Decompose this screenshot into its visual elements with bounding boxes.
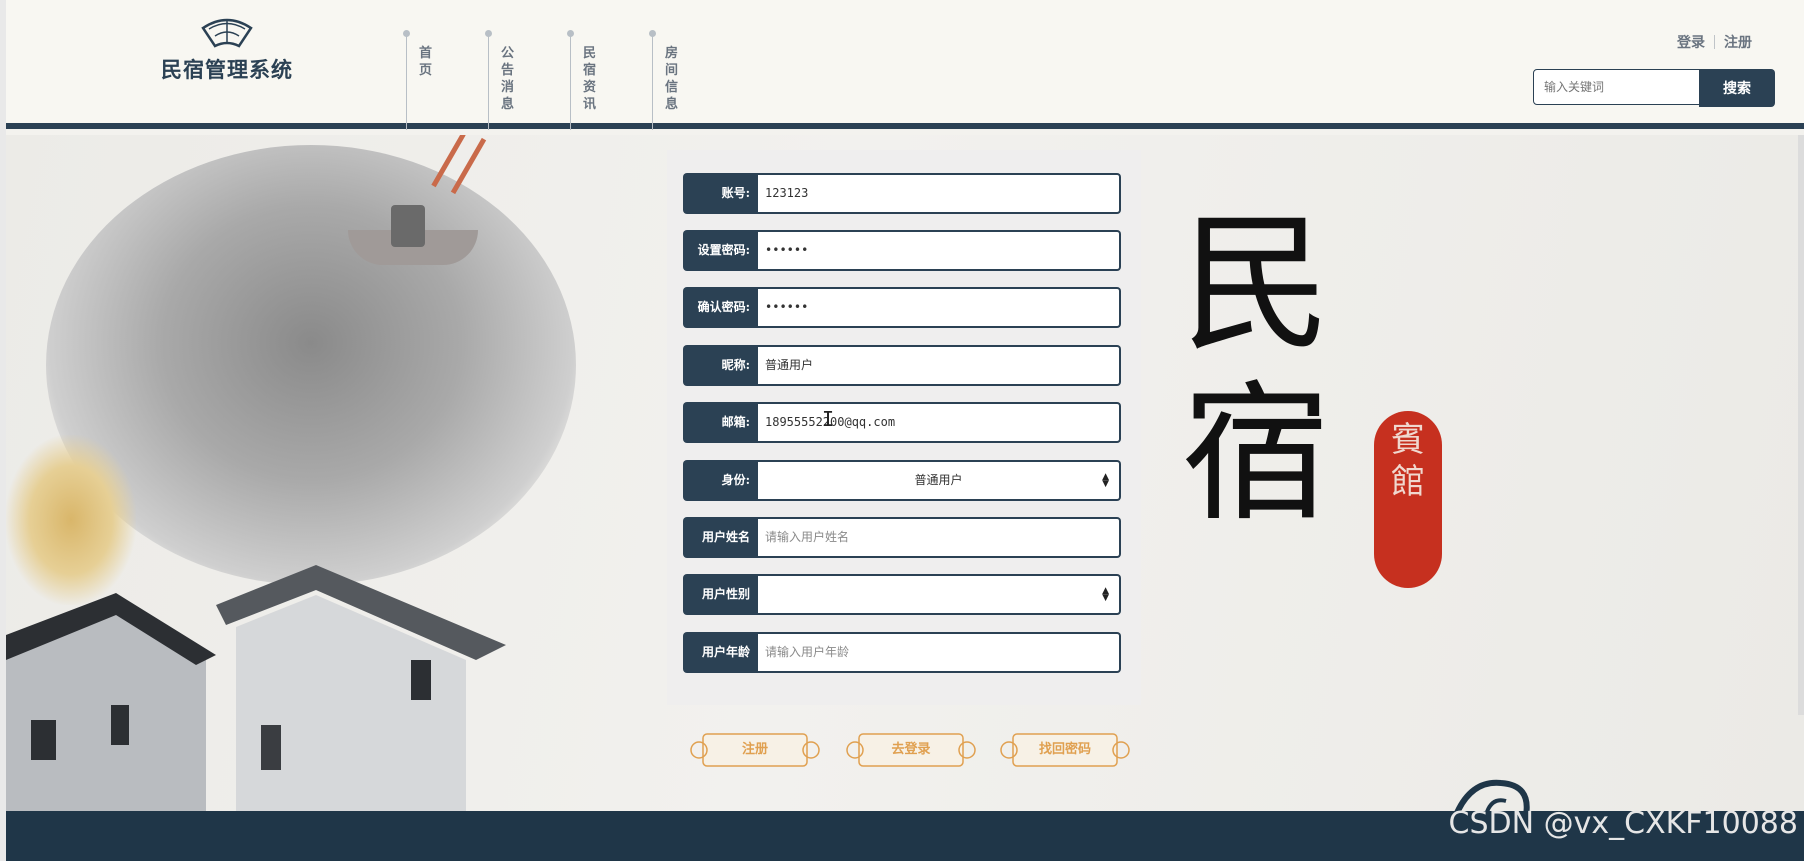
search-input[interactable] — [1533, 69, 1703, 105]
nav-label: 公告消息 — [501, 46, 515, 112]
password-input[interactable]: •••••• — [758, 230, 1121, 271]
site-title: 民宿管理系统 — [161, 57, 293, 82]
site-logo[interactable]: 民宿管理系统 — [154, 18, 300, 84]
register-form: 账号: 123123 设置密码: •••••• 确认密码: •••••• 昵称:… — [667, 150, 1141, 705]
email-label: 邮箱: — [683, 402, 758, 443]
go-login-button[interactable]: 去登录 — [845, 728, 977, 772]
nav-line — [406, 36, 407, 130]
age-label: 用户年龄 — [683, 632, 758, 673]
hotpot-chimney — [391, 205, 425, 247]
nickname-label: 昵称: — [683, 345, 758, 386]
nav-label: 首页 — [419, 46, 433, 78]
confirm-password-input[interactable]: •••••• — [758, 287, 1121, 328]
nav-line — [570, 36, 571, 130]
account-row: 账号: 123123 — [683, 173, 1121, 214]
nav-label: 房间信息 — [665, 46, 679, 112]
account-label: 账号: — [683, 173, 758, 214]
go-login-button-label: 去登录 — [891, 742, 931, 757]
nav-item-announcements[interactable]: 公告消息 — [481, 30, 541, 130]
identity-label: 身份: — [683, 460, 758, 501]
email-row: 邮箱: 18955552200@qq.com — [683, 402, 1121, 443]
age-row: 用户年龄 请输入用户年龄 — [683, 632, 1121, 673]
identity-selected-value: 普通用户 — [914, 473, 963, 487]
register-link[interactable]: 注册 — [1724, 32, 1752, 52]
age-input[interactable]: 请输入用户年龄 — [758, 632, 1121, 673]
nickname-row: 昵称: 普通用户 — [683, 345, 1121, 386]
seal-text: 賓館 — [1391, 420, 1425, 502]
auth-links: 登录 注册 — [1677, 32, 1752, 52]
search-button[interactable]: 搜索 — [1699, 69, 1775, 107]
nickname-input[interactable]: 普通用户 — [758, 345, 1121, 386]
nav-line — [488, 36, 489, 130]
village-houses-illustration — [6, 565, 506, 811]
gender-label: 用户性别 — [683, 574, 758, 615]
text-cursor-icon: I — [822, 407, 835, 431]
nav-item-news[interactable]: 民宿资讯 — [563, 30, 623, 130]
site-header: 民宿管理系统 首页 公告消息 民宿资讯 房间信息 登录注册 搜索 — [6, 0, 1804, 130]
auth-divider — [1714, 35, 1715, 49]
select-updown-icon: ▲ ▼ — [1102, 472, 1109, 489]
real-name-row: 用户姓名 请输入用户姓名 — [683, 517, 1121, 558]
password-row: 设置密码: •••••• — [683, 230, 1121, 271]
identity-row: 身份: 普通用户 ▲ ▼ — [683, 460, 1121, 501]
calligraphy-title: 民宿 — [1181, 198, 1332, 542]
nav-line — [652, 36, 653, 130]
real-name-label: 用户姓名 — [683, 517, 758, 558]
gender-select[interactable]: ▲ ▼ — [758, 574, 1121, 615]
real-name-input[interactable]: 请输入用户姓名 — [758, 517, 1121, 558]
select-updown-icon: ▲ ▼ — [1102, 586, 1109, 603]
red-seal-stamp: 賓館 — [1374, 411, 1442, 588]
register-button[interactable]: 注册 — [689, 728, 821, 772]
gender-row: 用户性别 ▲ ▼ — [683, 574, 1121, 615]
nav-label: 民宿资讯 — [583, 46, 597, 112]
vertical-scrollbar[interactable] — [1798, 135, 1804, 715]
recover-password-button[interactable]: 找回密码 — [999, 728, 1131, 772]
nav-item-home[interactable]: 首页 — [399, 30, 459, 130]
identity-select[interactable]: 普通用户 ▲ ▼ — [758, 460, 1121, 501]
password-label: 设置密码: — [683, 230, 758, 271]
nav-item-rooms[interactable]: 房间信息 — [645, 30, 705, 130]
register-button-label: 注册 — [741, 742, 768, 757]
confirm-password-label: 确认密码: — [683, 287, 758, 328]
recover-password-button-label: 找回密码 — [1038, 742, 1091, 757]
account-input[interactable]: 123123 — [758, 173, 1121, 214]
email-input[interactable]: 18955552200@qq.com — [758, 402, 1121, 443]
register-page: 账号: 123123 设置密码: •••••• 确认密码: •••••• 昵称:… — [6, 135, 1804, 811]
csdn-watermark: CSDN @vx_CXKF10088 — [1448, 806, 1798, 841]
fan-logo-icon — [201, 18, 253, 48]
search-box: 搜索 — [1533, 69, 1775, 107]
confirm-password-row: 确认密码: •••••• — [683, 287, 1121, 328]
login-link[interactable]: 登录 — [1677, 32, 1705, 52]
